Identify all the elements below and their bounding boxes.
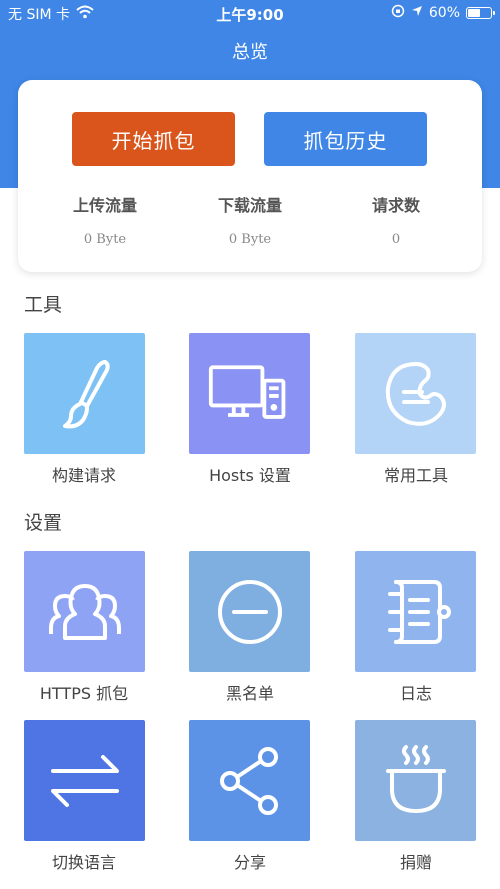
swap-arrows-icon xyxy=(50,754,119,807)
status-bar: 无 SIM 卡 上午9:00 60% xyxy=(0,0,500,26)
donate-tile[interactable] xyxy=(355,720,476,841)
start-capture-button[interactable]: 开始抓包 xyxy=(72,112,235,166)
settings-section-title: 设置 xyxy=(24,512,63,534)
common-tools-label: 常用工具 xyxy=(383,466,448,485)
notebook-icon xyxy=(387,579,451,644)
hosts-settings-tile[interactable] xyxy=(189,333,310,454)
logs-label: 日志 xyxy=(399,684,432,703)
blacklist-tile[interactable] xyxy=(189,551,310,672)
location-icon xyxy=(411,5,423,21)
upload-label: 上传流量 xyxy=(72,196,137,215)
donate-label: 捐赠 xyxy=(399,853,432,872)
download-stat: 下载流量 0 Byte xyxy=(180,192,320,247)
common-tools-tile[interactable] xyxy=(355,333,476,454)
switch-language-tile[interactable] xyxy=(24,720,145,841)
page-title: 总览 xyxy=(232,42,268,63)
palette-icon xyxy=(385,361,446,426)
download-value: 0 Byte xyxy=(228,232,272,247)
logs-tile[interactable] xyxy=(355,551,476,672)
requests-stat: 请求数 0 xyxy=(326,192,466,247)
capture-history-button[interactable]: 抓包历史 xyxy=(264,112,427,166)
users-icon xyxy=(48,583,121,640)
battery-icon xyxy=(466,7,495,19)
upload-value: 0 Byte xyxy=(83,232,127,247)
switch-language-label: 切换语言 xyxy=(51,853,116,872)
upload-stat: 上传流量 0 Byte xyxy=(35,192,175,247)
share-label: 分享 xyxy=(233,853,266,872)
minus-circle-icon xyxy=(217,579,282,644)
paintbrush-icon xyxy=(62,359,110,428)
share-icon xyxy=(219,746,278,815)
computer-icon xyxy=(208,364,285,419)
tools-section-title: 工具 xyxy=(24,294,63,316)
build-request-label: 构建请求 xyxy=(51,466,116,485)
hosts-settings-label: Hosts 设置 xyxy=(209,466,291,485)
share-tile[interactable] xyxy=(189,720,310,841)
battery-percent: 60% xyxy=(428,5,460,21)
https-capture-label: HTTPS 抓包 xyxy=(39,684,129,703)
blacklist-label: 黑名单 xyxy=(225,684,274,703)
download-label: 下载流量 xyxy=(217,196,282,215)
orientation-lock-icon xyxy=(391,4,405,22)
overview-card: 开始抓包 抓包历史 上传流量 0 Byte 下载流量 0 Byte 请求数 0 xyxy=(18,80,482,272)
requests-value: 0 xyxy=(391,232,401,247)
requests-label: 请求数 xyxy=(371,196,420,215)
build-request-tile[interactable] xyxy=(24,333,145,454)
coffee-cup-icon xyxy=(385,744,446,813)
https-capture-tile[interactable] xyxy=(24,551,145,672)
